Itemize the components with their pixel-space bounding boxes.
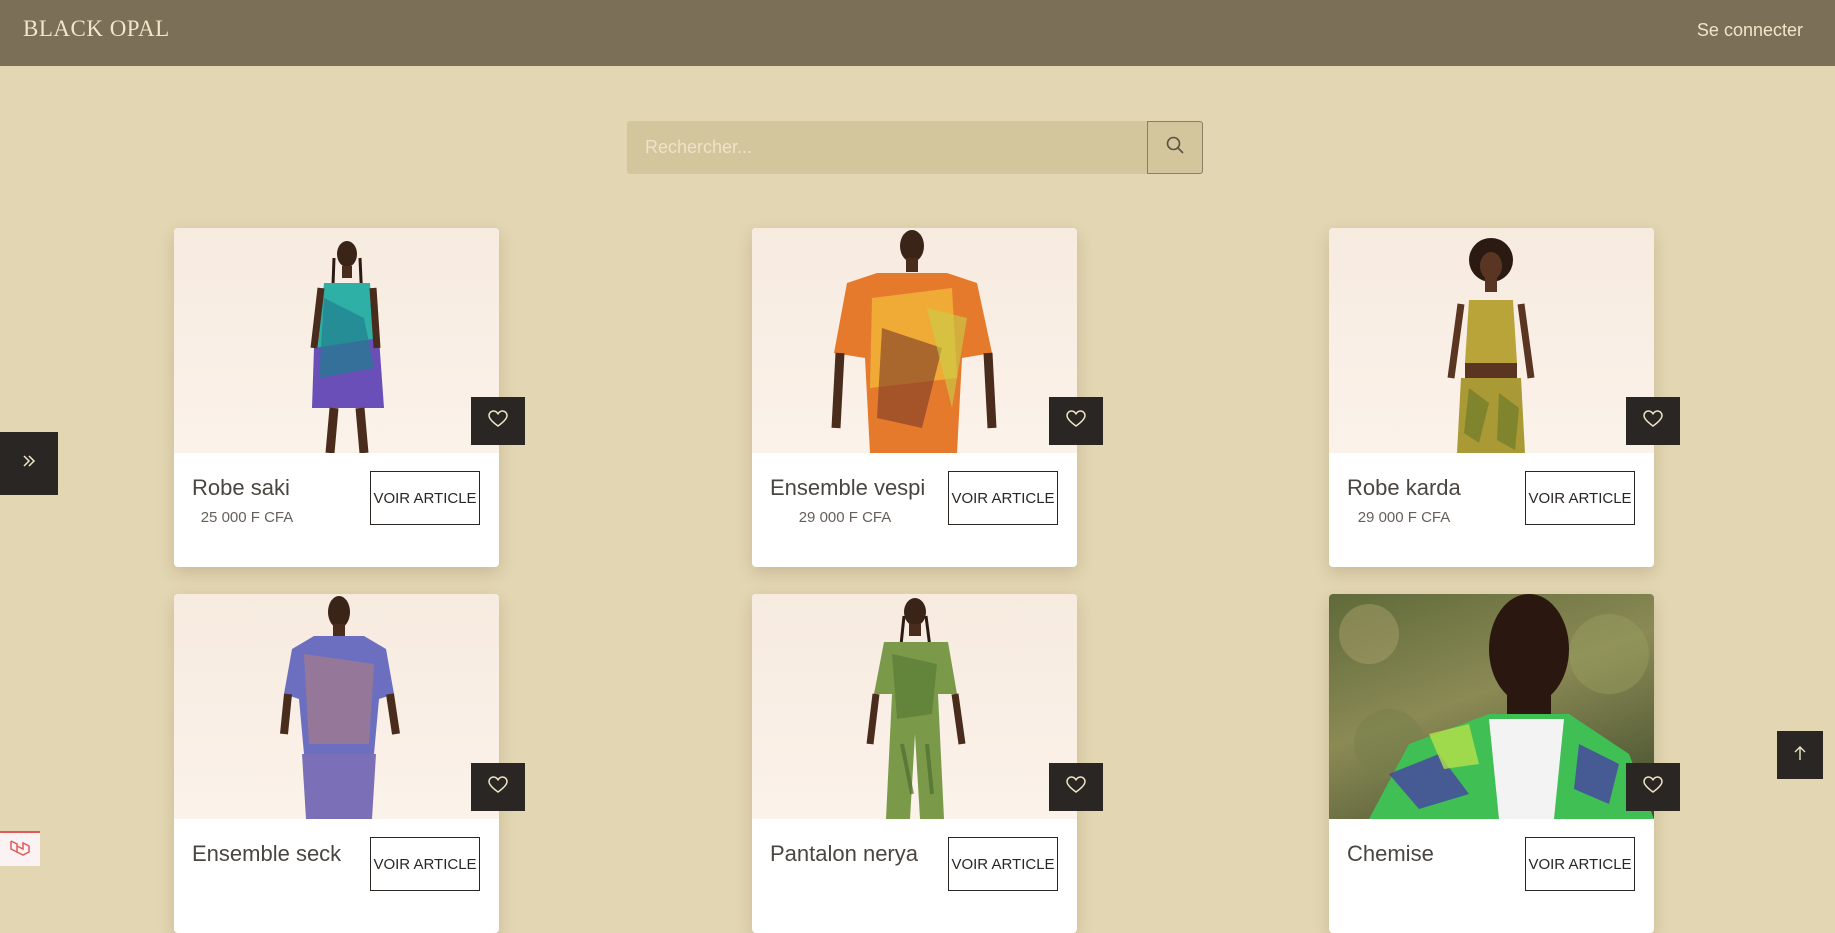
favorite-button[interactable] — [471, 763, 525, 811]
debugbar-toggle[interactable] — [0, 831, 40, 866]
favorite-button[interactable] — [1626, 763, 1680, 811]
scroll-to-top-button[interactable] — [1777, 731, 1823, 779]
product-price: 29 000 F CFA — [1357, 509, 1451, 526]
product-price: 29 000 F CFA — [798, 509, 892, 526]
heart-icon — [488, 409, 508, 433]
view-article-button[interactable]: VOIR ARTICLE — [948, 837, 1058, 891]
view-article-button[interactable]: VOIR ARTICLE — [370, 471, 480, 525]
heart-icon — [1066, 409, 1086, 433]
sidebar-toggle-button[interactable] — [0, 432, 58, 495]
product-card: Ensemble seck VOIR ARTICLE — [174, 594, 525, 933]
search-bar — [627, 121, 1203, 174]
search-button[interactable] — [1147, 121, 1203, 174]
view-article-button[interactable]: VOIR ARTICLE — [1525, 837, 1635, 891]
favorite-button[interactable] — [471, 397, 525, 445]
login-link[interactable]: Se connecter — [1697, 20, 1803, 41]
product-image[interactable] — [752, 228, 1077, 453]
product-name: Chemise — [1347, 841, 1434, 866]
double-chevron-right-icon — [21, 453, 37, 474]
top-navbar: BLACK OPAL Se connecter — [0, 0, 1835, 66]
heart-icon — [488, 775, 508, 799]
favorite-button[interactable] — [1049, 763, 1103, 811]
product-name: Ensemble vespi — [770, 475, 926, 500]
product-image[interactable] — [1329, 594, 1654, 819]
favorite-button[interactable] — [1049, 397, 1103, 445]
brand-logo[interactable]: BLACK OPAL — [23, 16, 170, 42]
product-image[interactable] — [174, 594, 499, 819]
product-name: Robe saki — [192, 475, 290, 500]
heart-icon — [1643, 775, 1663, 799]
product-image[interactable] — [752, 594, 1077, 819]
product-card: Robe saki 25 000 F CFA VOIR ARTICLE — [174, 228, 525, 567]
product-card: Ensemble vespi 29 000 F CFA VOIR ARTICLE — [752, 228, 1103, 567]
arrow-up-icon — [1793, 745, 1807, 766]
product-name: Ensemble seck — [192, 841, 342, 866]
product-card: Chemise VOIR ARTICLE — [1329, 594, 1680, 933]
view-article-button[interactable]: VOIR ARTICLE — [1525, 471, 1635, 525]
view-article-button[interactable]: VOIR ARTICLE — [370, 837, 480, 891]
laravel-logo-icon — [8, 837, 32, 862]
view-article-button[interactable]: VOIR ARTICLE — [948, 471, 1058, 525]
product-image[interactable] — [174, 228, 499, 453]
product-price: 25 000 F CFA — [200, 509, 294, 526]
favorite-button[interactable] — [1626, 397, 1680, 445]
heart-icon — [1066, 775, 1086, 799]
heart-icon — [1643, 409, 1663, 433]
product-image[interactable] — [1329, 228, 1654, 453]
product-card: Pantalon nerya VOIR ARTICLE — [752, 594, 1103, 933]
product-card: Robe karda 29 000 F CFA VOIR ARTICLE — [1329, 228, 1680, 567]
product-name: Robe karda — [1347, 475, 1461, 500]
search-input[interactable] — [627, 121, 1148, 174]
product-name: Pantalon nerya — [770, 841, 918, 866]
search-icon — [1165, 135, 1185, 160]
